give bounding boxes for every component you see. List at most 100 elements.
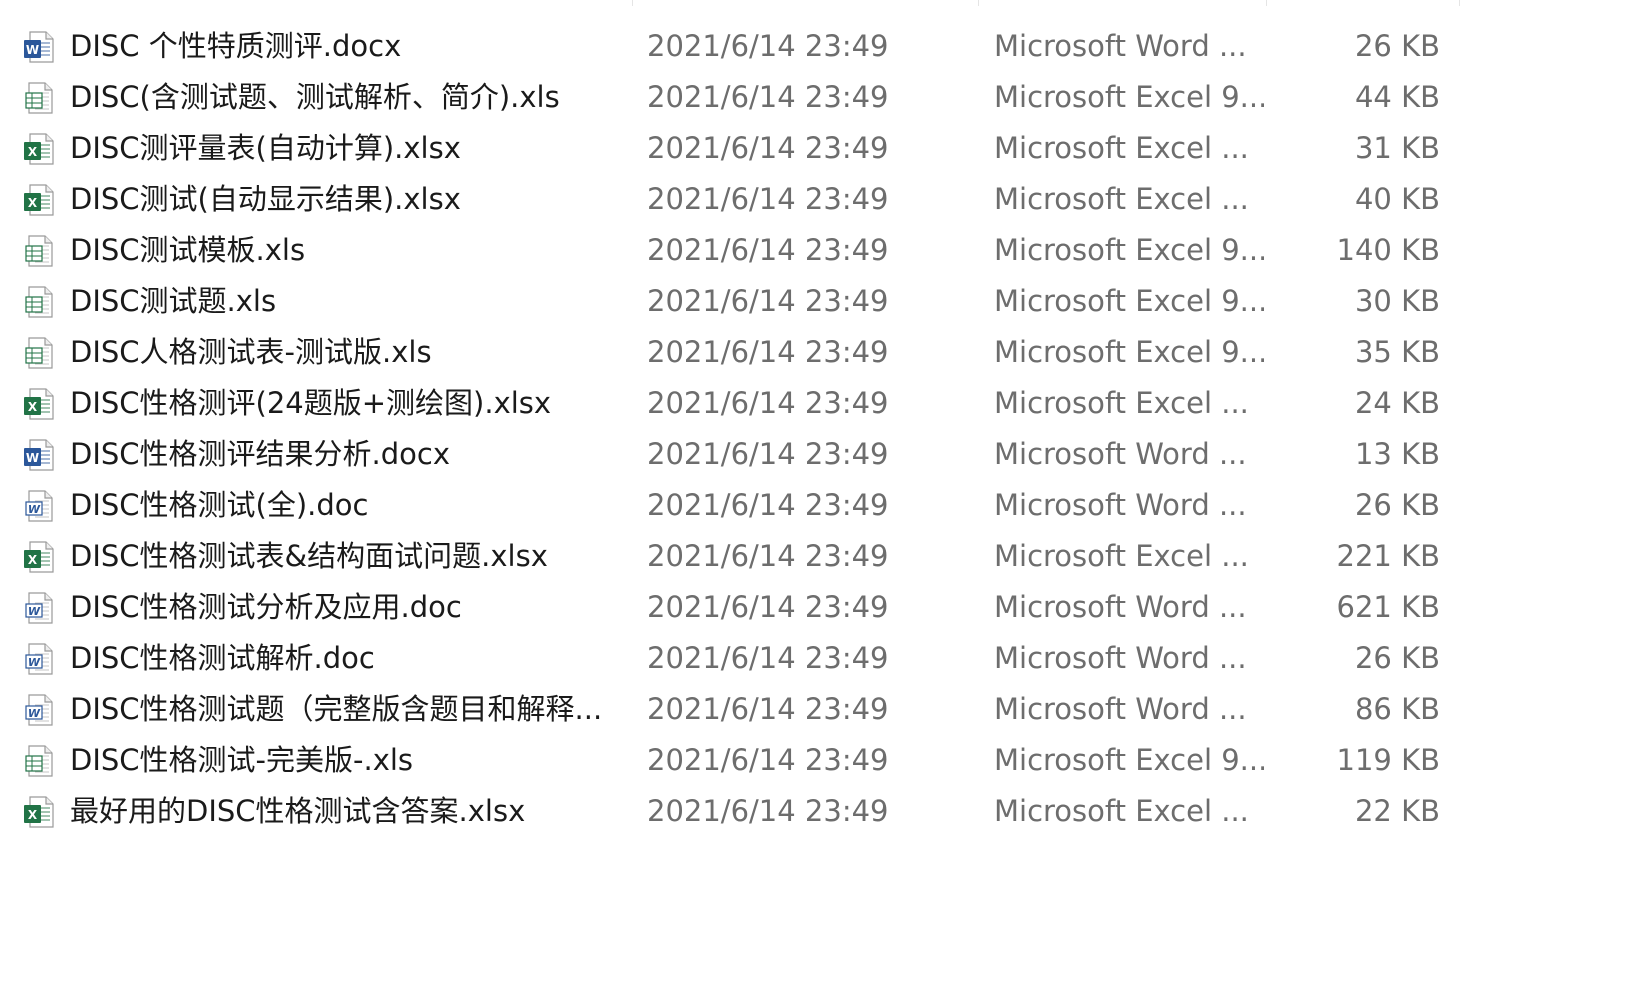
file-row[interactable]: DISC人格测试表-测试版.xls 2021/6/14 23:49 Microsof… — [0, 327, 1629, 378]
file-type: Microsoft Word ... — [994, 29, 1247, 63]
file-name: DISC性格测评结果分析.docx — [70, 437, 451, 471]
column-divider[interactable] — [1266, 0, 1267, 6]
file-name: DISC性格测试分析及应用.doc — [70, 590, 462, 624]
excel-xls-icon — [22, 336, 56, 370]
svg-text:X: X — [28, 808, 38, 822]
file-name: DISC人格测试表-测试版.xls — [70, 335, 432, 369]
svg-text:W: W — [26, 43, 39, 57]
file-date-modified: 2021/6/14 23:49 — [647, 590, 889, 624]
file-row[interactable]: DISC测试题.xls 2021/6/14 23:49 Microsoft Exce… — [0, 276, 1629, 327]
file-date-modified: 2021/6/14 23:49 — [647, 335, 889, 369]
file-type: Microsoft Excel ... — [994, 182, 1249, 216]
file-type: Microsoft Excel ... — [994, 131, 1249, 165]
file-row[interactable]: W DISC性格测试解析.doc 2021/6/14 23:49 Microsoft … — [0, 633, 1629, 684]
file-type: Microsoft Excel ... — [994, 794, 1249, 828]
file-size: 119 KB — [1336, 743, 1440, 777]
file-type: Microsoft Excel 9... — [994, 80, 1264, 114]
column-header-strip — [0, 0, 1629, 6]
file-name: DISC性格测试表&结构面试问题.xlsx — [70, 539, 548, 573]
file-row[interactable]: X 最好用的DISC性格测试含答案.xlsx 2021/6/14 23:49 Micr… — [0, 786, 1629, 837]
file-row[interactable]: X DISC测试(自动显示结果).xlsx 2021/6/14 23:49 Micro… — [0, 174, 1629, 225]
file-row[interactable]: W DISC性格测试题（完整版含题目和解释... 2021/6/14 23:49 Mi… — [0, 684, 1629, 735]
file-date-modified: 2021/6/14 23:49 — [647, 743, 889, 777]
word-doc-icon: W — [22, 693, 56, 727]
file-row[interactable]: X DISC性格测试表&结构面试问题.xlsx 2021/6/14 23:49 Mic… — [0, 531, 1629, 582]
file-size: 30 KB — [1354, 284, 1440, 318]
word-doc-icon: W — [22, 489, 56, 523]
file-type: Microsoft Excel ... — [994, 386, 1249, 420]
file-name: 最好用的DISC性格测试含答案.xlsx — [70, 794, 526, 828]
file-date-modified: 2021/6/14 23:49 — [647, 233, 889, 267]
file-type: Microsoft Word ... — [994, 590, 1247, 624]
word-docx-icon: W — [22, 438, 56, 472]
file-row[interactable]: DISC性格测试-完美版-.xls 2021/6/14 23:49 Microsof… — [0, 735, 1629, 786]
svg-text:X: X — [28, 145, 38, 159]
file-type: Microsoft Word ... — [994, 641, 1247, 675]
file-row[interactable]: W DISC 个性特质测评.docx 2021/6/14 23:49 Microsof… — [0, 21, 1629, 72]
file-date-modified: 2021/6/14 23:49 — [647, 182, 889, 216]
svg-text:X: X — [28, 553, 38, 567]
file-name: DISC性格测评(24题版+测绘图).xlsx — [70, 386, 552, 420]
excel-xlsx-icon: X — [22, 540, 56, 574]
file-date-modified: 2021/6/14 23:49 — [647, 131, 889, 165]
file-type: Microsoft Excel 9... — [994, 233, 1264, 267]
column-divider[interactable] — [632, 0, 633, 6]
file-row[interactable]: X DISC性格测评(24题版+测绘图).xlsx 2021/6/14 23:49 M… — [0, 378, 1629, 429]
file-type: Microsoft Word ... — [994, 488, 1247, 522]
file-size: 31 KB — [1354, 131, 1440, 165]
word-doc-icon: W — [22, 591, 56, 625]
file-row[interactable]: W DISC性格测试(全).doc 2021/6/14 23:49 Microsoft… — [0, 480, 1629, 531]
file-name: DISC性格测试(全).doc — [70, 488, 369, 522]
file-name: DISC性格测试-完美版-.xls — [70, 743, 414, 777]
file-name: DISC测试(自动显示结果).xlsx — [70, 182, 461, 216]
file-size: 221 KB — [1336, 539, 1440, 573]
excel-xls-icon — [22, 744, 56, 778]
file-size: 44 KB — [1354, 80, 1440, 114]
file-size: 86 KB — [1354, 692, 1440, 726]
svg-text:W: W — [28, 503, 41, 516]
file-date-modified: 2021/6/14 23:49 — [647, 284, 889, 318]
file-size: 26 KB — [1354, 29, 1440, 63]
file-type: Microsoft Excel 9... — [994, 335, 1264, 369]
file-row[interactable]: W DISC性格测试分析及应用.doc 2021/6/14 23:49 Microso… — [0, 582, 1629, 633]
file-size: 26 KB — [1354, 488, 1440, 522]
file-name: DISC性格测试解析.doc — [70, 641, 375, 675]
file-size: 621 KB — [1336, 590, 1440, 624]
excel-xls-icon — [22, 234, 56, 268]
file-date-modified: 2021/6/14 23:49 — [647, 794, 889, 828]
file-type: Microsoft Word ... — [994, 692, 1247, 726]
excel-xlsx-icon: X — [22, 132, 56, 166]
column-divider[interactable] — [978, 0, 979, 6]
file-row[interactable]: X DISC测评量表(自动计算).xlsx 2021/6/14 23:49 Micro… — [0, 123, 1629, 174]
svg-text:W: W — [28, 656, 41, 669]
file-type: Microsoft Excel 9... — [994, 743, 1264, 777]
excel-xls-icon — [22, 81, 56, 115]
svg-text:X: X — [28, 400, 38, 414]
file-row[interactable]: W DISC性格测评结果分析.docx 2021/6/14 23:49 Microso… — [0, 429, 1629, 480]
file-size: 140 KB — [1336, 233, 1440, 267]
svg-text:W: W — [28, 605, 41, 618]
file-type: Microsoft Word ... — [994, 437, 1247, 471]
file-size: 26 KB — [1354, 641, 1440, 675]
file-size: 13 KB — [1354, 437, 1440, 471]
file-name: DISC(含测试题、测试解析、简介).xls — [70, 80, 560, 114]
svg-text:W: W — [28, 707, 41, 720]
svg-text:X: X — [28, 196, 38, 210]
file-size: 24 KB — [1354, 386, 1440, 420]
file-date-modified: 2021/6/14 23:49 — [647, 29, 889, 63]
file-row[interactable]: DISC(含测试题、测试解析、简介).xls 2021/6/14 23:49 Mic… — [0, 72, 1629, 123]
file-date-modified: 2021/6/14 23:49 — [647, 539, 889, 573]
file-name: DISC 个性特质测评.docx — [70, 29, 402, 63]
file-row[interactable]: DISC测试模板.xls 2021/6/14 23:49 Microsoft Exc… — [0, 225, 1629, 276]
excel-xlsx-icon: X — [22, 795, 56, 829]
excel-xlsx-icon: X — [22, 387, 56, 421]
svg-text:W: W — [26, 451, 39, 465]
excel-xls-icon — [22, 285, 56, 319]
excel-xlsx-icon: X — [22, 183, 56, 217]
file-name: DISC测试题.xls — [70, 284, 277, 318]
word-docx-icon: W — [22, 30, 56, 64]
file-type: Microsoft Excel ... — [994, 539, 1249, 573]
column-divider[interactable] — [1459, 0, 1460, 6]
file-name: DISC性格测试题（完整版含题目和解释... — [70, 692, 603, 726]
file-date-modified: 2021/6/14 23:49 — [647, 386, 889, 420]
